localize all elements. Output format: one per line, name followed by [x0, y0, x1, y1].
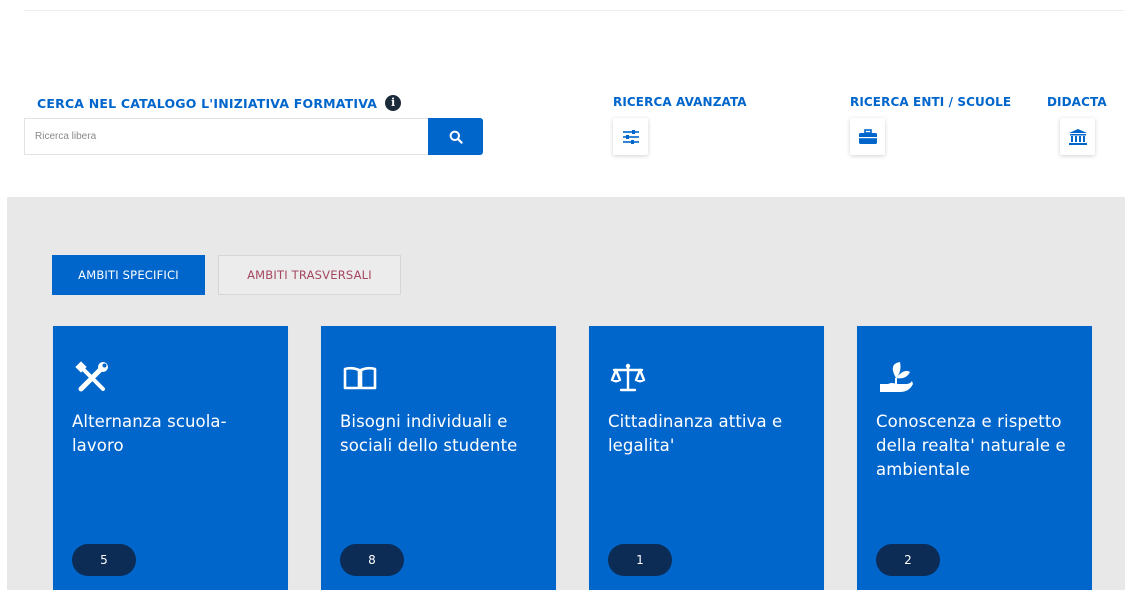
info-icon[interactable]: i	[385, 95, 402, 111]
quick-link-label: DIDACTA	[1047, 95, 1107, 109]
search-input[interactable]	[24, 118, 428, 155]
card-title: Conoscenza e rispetto della realta' natu…	[876, 412, 1066, 479]
card-title: Cittadinanza attiva e legalita'	[608, 412, 783, 455]
card-count-badge: 8	[340, 544, 404, 576]
quick-link-enti-scuole[interactable]: RICERCA ENTI / SCUOLE	[850, 95, 1011, 155]
search-heading: CERCA NEL CATALOGO L'INIZIATIVA FORMATIV…	[37, 95, 402, 111]
search-button[interactable]	[428, 118, 483, 155]
category-card-cittadinanza[interactable]: Cittadinanza attiva e legalita' 1	[588, 325, 825, 590]
tab-ambiti-specifici[interactable]: AMBITI SPECIFICI	[52, 255, 205, 295]
open-book-icon	[343, 366, 377, 390]
category-card-conoscenza[interactable]: Conoscenza e rispetto della realta' natu…	[856, 325, 1093, 590]
tab-ambiti-trasversali[interactable]: AMBITI TRASVERSALI	[218, 255, 401, 295]
didacta-button[interactable]	[1060, 118, 1095, 155]
search-bar	[24, 118, 483, 155]
card-count-badge: 1	[608, 544, 672, 576]
category-card-alternanza[interactable]: Alternanza scuola-lavoro 5	[52, 325, 289, 590]
enti-scuole-button[interactable]	[850, 118, 885, 155]
quick-link-label: RICERCA ENTI / SCUOLE	[850, 95, 1012, 109]
scales-icon	[610, 363, 646, 392]
search-heading-label: CERCA NEL CATALOGO L'INIZIATIVA FORMATIV…	[37, 95, 378, 111]
quick-link-didacta[interactable]: DIDACTA	[1047, 95, 1107, 155]
category-card-bisogni[interactable]: Bisogni individuali e sociali dello stud…	[320, 325, 557, 590]
card-title: Alternanza scuola-lavoro	[72, 412, 227, 455]
hand-plant-icon	[880, 362, 913, 392]
quick-link-label: RICERCA AVANZATA	[613, 95, 747, 109]
card-title: Bisogni individuali e sociali dello stud…	[340, 412, 518, 455]
institution-icon	[1068, 128, 1087, 145]
card-count-badge: 5	[72, 544, 136, 576]
tools-icon	[75, 361, 108, 392]
top-divider	[24, 10, 1124, 11]
briefcase-icon	[858, 128, 877, 144]
quick-link-advanced-search[interactable]: RICERCA AVANZATA	[613, 95, 747, 155]
search-icon	[449, 130, 463, 144]
sliders-icon	[622, 129, 639, 144]
advanced-search-button[interactable]	[613, 118, 648, 155]
card-count-badge: 2	[876, 544, 940, 576]
